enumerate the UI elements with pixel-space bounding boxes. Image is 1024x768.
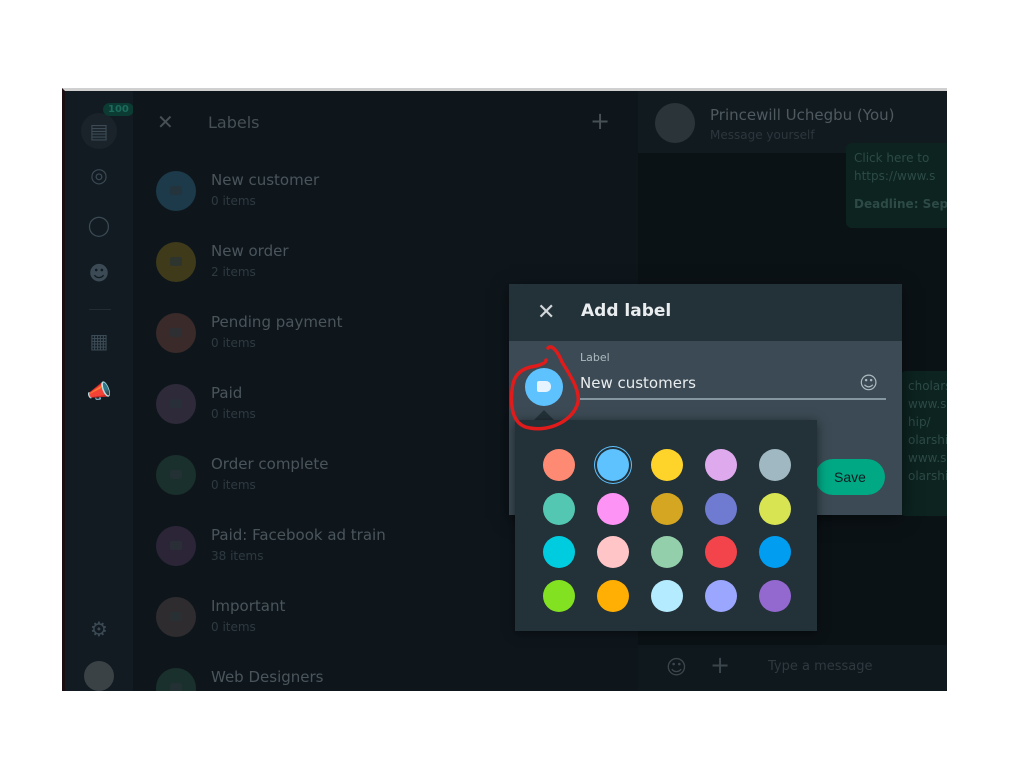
label-name: Paid: [211, 384, 243, 402]
message-line: cholarsh: [908, 379, 947, 393]
label-count: 0 items: [211, 336, 256, 350]
color-swatch[interactable]: [651, 449, 683, 481]
contact-name: Princewill Uchegbu (You): [710, 106, 895, 124]
unread-badge: 100: [103, 103, 134, 116]
emoji-icon[interactable]: ☺: [859, 373, 878, 394]
color-swatch[interactable]: [759, 580, 791, 613]
color-swatch[interactable]: [543, 449, 575, 481]
message-link[interactable]: olarship: [908, 467, 947, 485]
message-link[interactable]: hip/: [908, 413, 947, 431]
status-icon[interactable]: ◎: [85, 161, 113, 189]
color-swatch[interactable]: [597, 492, 629, 525]
emoji-icon[interactable]: ☺: [666, 655, 687, 679]
label-icon: [156, 455, 196, 495]
color-swatch[interactable]: [543, 492, 575, 525]
color-swatch[interactable]: [651, 492, 683, 525]
label-icon: [156, 668, 196, 691]
color-swatch[interactable]: [759, 536, 791, 569]
label-name: New customer: [211, 171, 320, 189]
label-icon: [156, 384, 196, 424]
message-composer: ☺ + Type a message: [638, 645, 947, 691]
save-button[interactable]: Save: [815, 459, 885, 495]
label-icon: [156, 171, 196, 211]
close-icon[interactable]: ✕: [157, 110, 174, 134]
field-label: Label: [580, 351, 610, 364]
message-link[interactable]: www.sc: [908, 449, 947, 467]
message-input[interactable]: Type a message: [768, 659, 873, 674]
color-picker: [515, 420, 817, 631]
channels-icon[interactable]: ◯: [85, 211, 113, 239]
label-count: 0 items: [211, 620, 256, 634]
store-icon[interactable]: ▦: [85, 327, 113, 355]
panel-title: Labels: [208, 113, 260, 132]
color-swatch[interactable]: [543, 580, 575, 613]
label-count: 38 items: [211, 549, 264, 563]
color-swatch[interactable]: [597, 536, 629, 569]
color-swatch[interactable]: [651, 580, 683, 613]
color-swatch[interactable]: [705, 580, 737, 613]
contact-subtitle: Message yourself: [710, 128, 815, 142]
label-name: Paid: Facebook ad train: [211, 526, 386, 544]
message-link[interactable]: www.sch: [908, 395, 947, 413]
label-name-input[interactable]: New customers: [580, 374, 886, 400]
label-count: 0 items: [211, 478, 256, 492]
communities-icon[interactable]: ☻: [85, 259, 113, 287]
color-swatch[interactable]: [759, 449, 791, 481]
label-name: Important: [211, 597, 286, 615]
label-icon: [156, 526, 196, 566]
message-line: olarship: [908, 433, 947, 447]
color-swatch[interactable]: [705, 536, 737, 569]
label-count: 0 items: [211, 194, 256, 208]
color-swatch[interactable]: [597, 580, 629, 613]
label-list-item[interactable]: Web Designers: [156, 668, 616, 691]
label-count: 0 items: [211, 407, 256, 421]
dialog-header: ✕ Add label: [509, 284, 902, 341]
label-icon: [156, 313, 196, 353]
label-list-item[interactable]: New customer 0 items: [156, 171, 616, 231]
dialog-title: Add label: [581, 301, 672, 321]
close-icon[interactable]: ✕: [537, 300, 555, 325]
label-name: Web Designers: [211, 668, 324, 686]
color-swatch[interactable]: [705, 492, 737, 525]
message-line: Click here to: [854, 151, 930, 165]
label-icon: [156, 242, 196, 282]
picker-arrow: [534, 410, 554, 420]
profile-avatar[interactable]: [84, 661, 114, 691]
megaphone-icon[interactable]: 📣: [85, 377, 113, 405]
label-icon: [156, 597, 196, 637]
add-label-icon[interactable]: +: [590, 107, 610, 135]
label-color-button[interactable]: [525, 368, 563, 406]
attach-plus-icon[interactable]: +: [710, 651, 730, 679]
label-count: 2 items: [211, 265, 256, 279]
color-swatch[interactable]: [543, 536, 575, 569]
message-bubble[interactable]: Click here to https://www.s Deadline: Se…: [846, 143, 947, 228]
message-line: Deadline: Sept: [854, 197, 947, 211]
color-swatch[interactable]: [759, 492, 791, 525]
left-nav: ▤ 100 ◎ ◯ ☻ ▦ 📣 ⚙: [65, 91, 134, 691]
nav-divider: [89, 309, 111, 310]
chats-icon[interactable]: ▤: [81, 113, 117, 149]
message-link[interactable]: https://www.s: [854, 167, 947, 185]
settings-icon[interactable]: ⚙: [85, 615, 113, 643]
color-swatch[interactable]: [705, 449, 737, 481]
contact-avatar: [655, 103, 695, 143]
label-name: New order: [211, 242, 289, 260]
color-swatch[interactable]: [597, 449, 629, 481]
color-swatch[interactable]: [651, 536, 683, 569]
message-bubble[interactable]: cholarsh www.sch hip/ olarship www.sc ol…: [900, 371, 947, 516]
label-name: Order complete: [211, 455, 329, 473]
label-name: Pending payment: [211, 313, 343, 331]
